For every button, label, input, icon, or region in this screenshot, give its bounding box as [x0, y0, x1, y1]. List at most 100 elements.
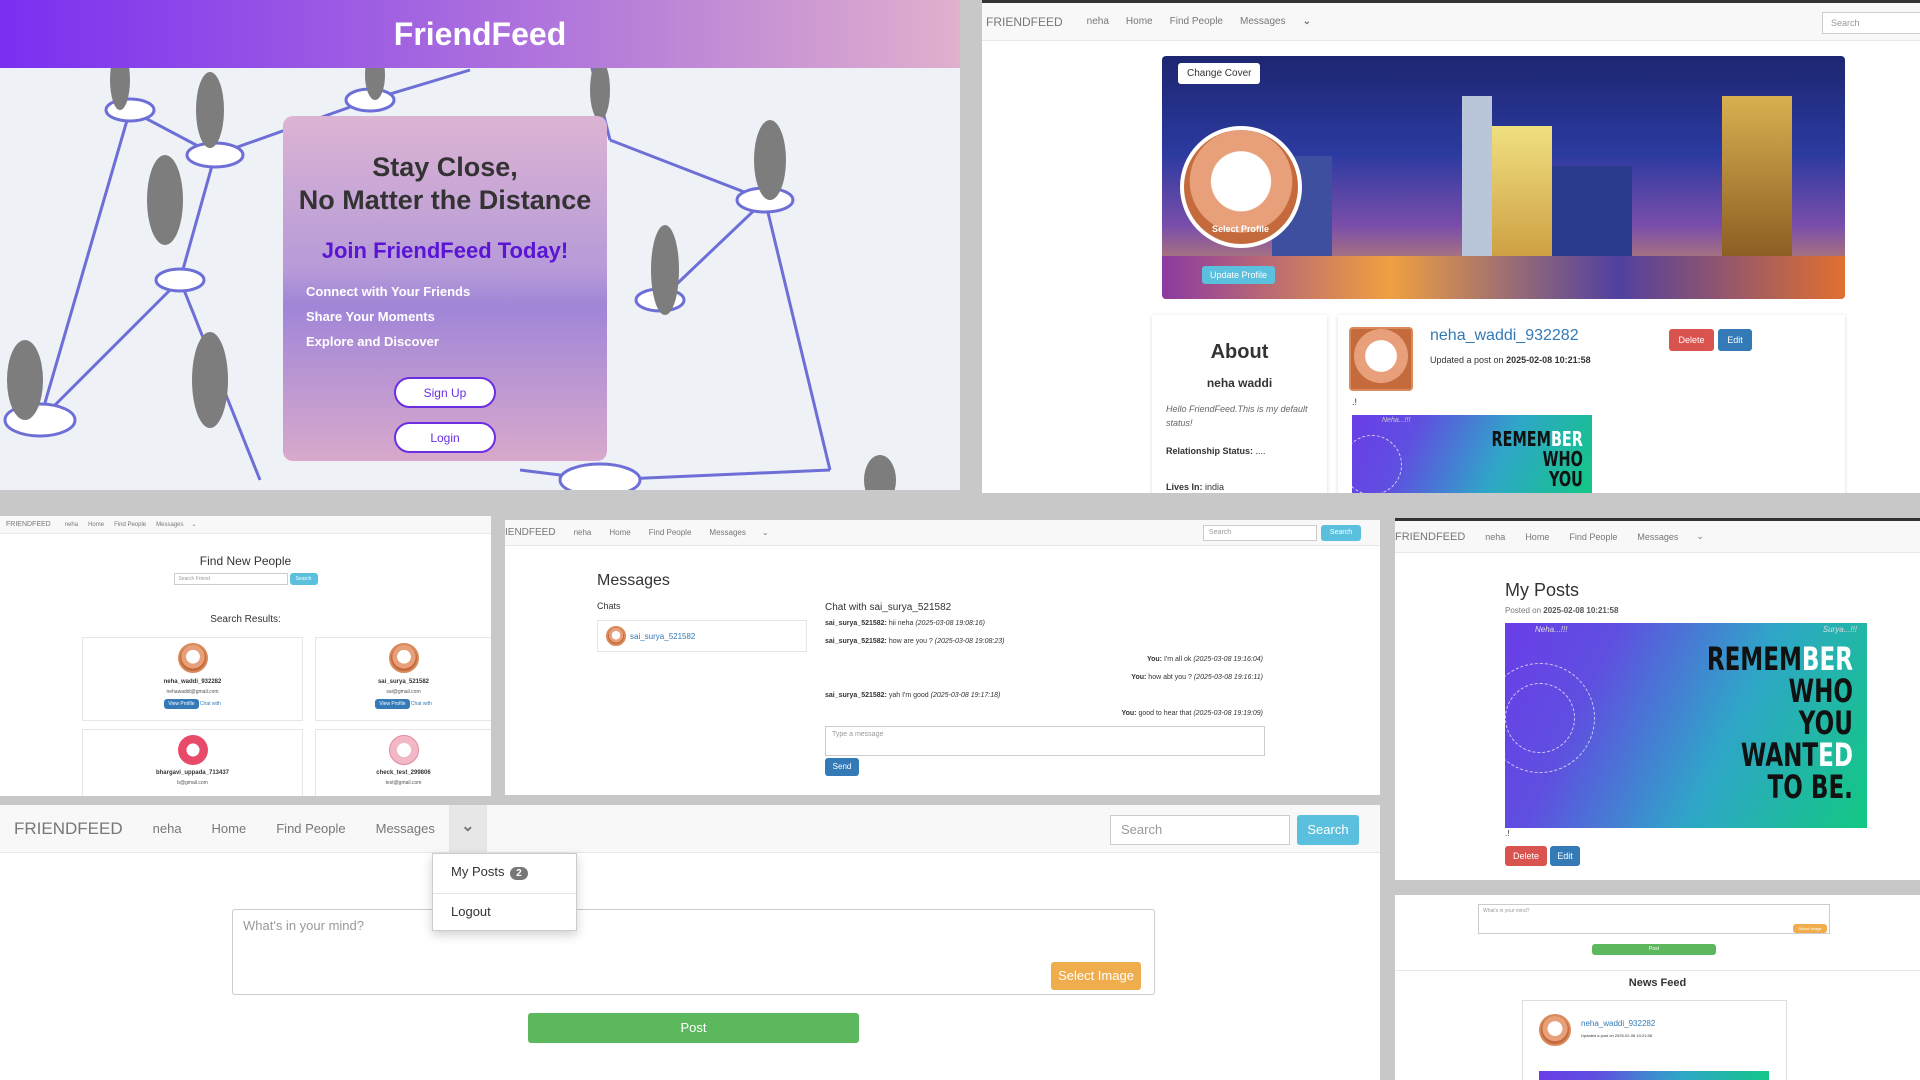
about-card: About neha waddi Hello FriendFeed.This i…: [1152, 315, 1327, 493]
edit-button[interactable]: Edit: [1550, 846, 1580, 866]
nav-messages[interactable]: Messages: [376, 821, 435, 836]
poster-line: REMEM: [1491, 427, 1551, 451]
feed-post-username[interactable]: neha_waddi_932282: [1581, 1019, 1655, 1028]
chat-log: sai_surya_521582: hii neha (2025-03-08 1…: [825, 620, 1263, 728]
brand-link[interactable]: IENDFEED: [505, 527, 556, 538]
search-button[interactable]: Search: [1297, 815, 1359, 845]
my-posts-panel: FRIENDFEED neha Home Find People Message…: [1395, 518, 1920, 880]
delete-button[interactable]: Delete: [1669, 329, 1714, 351]
feed-select-image[interactable]: Select Image: [1793, 924, 1827, 933]
view-profile-button[interactable]: View Profile: [164, 699, 199, 709]
search-input[interactable]: Search: [1110, 815, 1290, 845]
feature-item: Share Your Moments: [306, 309, 435, 324]
navbar: FRIENDFEED neha Home Find People Message…: [0, 805, 1380, 853]
nav-home[interactable]: Home: [1126, 16, 1153, 27]
login-button[interactable]: Login: [394, 422, 496, 453]
message-line: sai_surya_521582: yah I'm good (2025-03-…: [825, 692, 1001, 699]
select-profile-label[interactable]: Select Profile: [1212, 224, 1269, 234]
post-count-badge: 2: [510, 867, 528, 880]
search-input[interactable]: Search: [1203, 525, 1317, 541]
post-image: Neha...!!! REMEMBER WHO YOU: [1352, 415, 1592, 493]
home-panel: FRIENDFEED neha Home Find People Message…: [0, 805, 1380, 1080]
chat-with-link[interactable]: Chat with: [411, 701, 432, 707]
nav-user[interactable]: neha: [1485, 532, 1505, 542]
nav-messages[interactable]: Messages: [709, 528, 745, 537]
nav-messages[interactable]: Messages: [1637, 532, 1678, 542]
find-title: Find New People: [199, 554, 292, 568]
post-card: neha_waddi_932282 Updated a post on 2025…: [1338, 315, 1845, 493]
post-button[interactable]: Post: [528, 1013, 859, 1043]
nav-user[interactable]: neha: [65, 522, 78, 528]
brand-link[interactable]: FRIENDFEED: [6, 521, 51, 528]
contact-avatar: [606, 626, 626, 646]
person-email: b@gmail.com: [177, 780, 208, 786]
post-text: .!: [1352, 397, 1358, 407]
nav-messages[interactable]: Messages: [1240, 16, 1286, 27]
brand-link[interactable]: FRIENDFEED: [986, 15, 1063, 29]
chat-list-item[interactable]: sai_surya_521582: [597, 620, 807, 652]
feature-item: Connect with Your Friends: [306, 284, 471, 299]
nav-home[interactable]: Home: [88, 522, 104, 528]
posted-date: 2025-02-08 10:21:58: [1543, 606, 1619, 615]
news-feed-panel: What's in your mind? Select Image Post N…: [1395, 895, 1920, 1080]
relationship-value: ....: [1255, 446, 1266, 456]
signup-button[interactable]: Sign Up: [394, 377, 496, 408]
poster-tag: Surya...!!!: [1822, 625, 1857, 634]
find-search-input[interactable]: Search Friend: [173, 573, 288, 585]
send-button[interactable]: Send: [825, 758, 859, 776]
chevron-down-icon[interactable]: ⌄: [762, 528, 769, 537]
profile-status: Hello FriendFeed.This is my default stat…: [1166, 404, 1308, 428]
person-email: test@gmail.com: [385, 780, 422, 786]
person-name: check_test_299806: [376, 770, 431, 776]
news-feed-title: News Feed: [1628, 977, 1687, 989]
find-search-button[interactable]: Search: [289, 573, 318, 585]
nav-find-people[interactable]: Find People: [114, 522, 146, 528]
feed-post-button[interactable]: Post: [1592, 944, 1716, 955]
post-username[interactable]: neha_waddi_932282: [1430, 327, 1579, 345]
search-button[interactable]: Search: [1321, 525, 1361, 541]
nav-home[interactable]: Home: [1525, 532, 1549, 542]
person-name: bhargavi_uppada_713437: [155, 770, 230, 776]
contact-name[interactable]: sai_surya_521582: [630, 632, 695, 641]
brand-link[interactable]: FRIENDFEED: [1395, 531, 1465, 543]
delete-button[interactable]: Delete: [1505, 846, 1547, 866]
select-image-button[interactable]: Select Image: [1051, 962, 1141, 990]
change-cover-button[interactable]: Change Cover: [1178, 63, 1261, 84]
nav-user[interactable]: neha: [574, 528, 592, 537]
nav-find-people[interactable]: Find People: [1170, 16, 1223, 27]
nav-home[interactable]: Home: [212, 821, 247, 836]
feature-item: Explore and Discover: [306, 334, 439, 349]
my-post-text: .!: [1505, 829, 1510, 838]
nav-user[interactable]: neha: [1087, 16, 1109, 27]
chevron-down-icon[interactable]: ⌄: [1696, 531, 1704, 542]
chats-label: Chats: [597, 601, 621, 611]
nav-user[interactable]: neha: [153, 821, 182, 836]
join-text: Join FriendFeed Today!: [321, 238, 569, 263]
nav-messages[interactable]: Messages: [156, 522, 183, 528]
nav-find-people[interactable]: Find People: [1569, 532, 1617, 542]
view-profile-button[interactable]: View Profile: [375, 699, 410, 709]
nav-find-people[interactable]: Find People: [649, 528, 692, 537]
brand-link[interactable]: FRIENDFEED: [14, 819, 123, 839]
nav-find-people[interactable]: Find People: [276, 821, 345, 836]
message-input[interactable]: Type a message: [825, 726, 1265, 756]
chevron-down-icon[interactable]: ⌄: [1303, 16, 1311, 27]
nav-home[interactable]: Home: [609, 528, 630, 537]
chevron-down-icon[interactable]: ⌄: [192, 521, 197, 528]
search-input[interactable]: Search: [1822, 12, 1920, 34]
chevron-down-icon[interactable]: ⌄: [448, 805, 487, 853]
feed-post-avatar: [1539, 1014, 1571, 1046]
dropdown-my-posts[interactable]: My Posts 2: [433, 854, 576, 894]
dropdown-logout[interactable]: Logout: [433, 894, 576, 929]
cover-photo: Change Cover Select Profile Update Profi…: [1162, 56, 1845, 299]
update-profile-button[interactable]: Update Profile: [1202, 266, 1276, 284]
edit-button[interactable]: Edit: [1718, 329, 1752, 351]
search-results-title: Search Results:: [210, 614, 281, 625]
composer-input[interactable]: What's in your mind?: [232, 909, 1155, 995]
chat-with-link[interactable]: Chat with: [200, 701, 221, 707]
feed-post-card: neha_waddi_932282 Updated a post on 2025…: [1522, 1000, 1787, 1080]
profile-name: neha waddi: [1206, 376, 1273, 390]
feed-post-image: [1539, 1071, 1769, 1080]
feed-composer[interactable]: What's in your mind?: [1478, 904, 1830, 934]
relationship-label: Relationship Status:: [1166, 446, 1254, 456]
